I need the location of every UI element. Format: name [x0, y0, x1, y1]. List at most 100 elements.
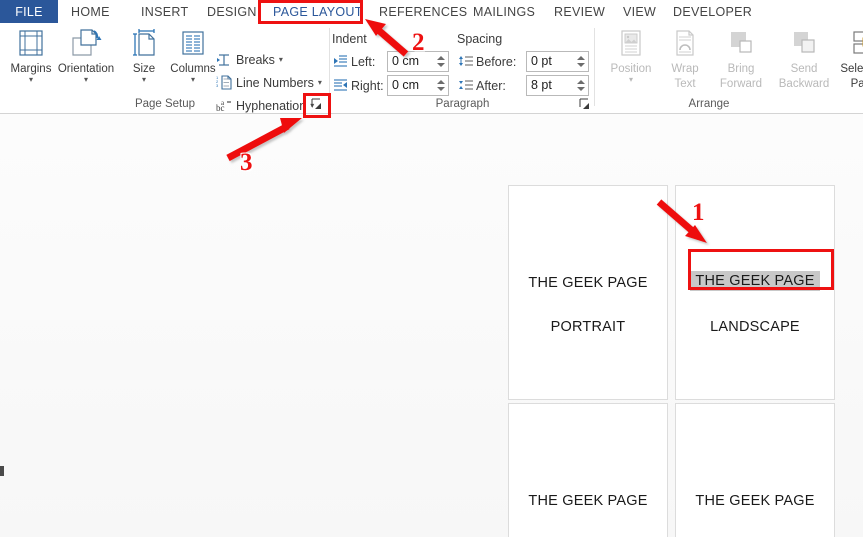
indent-right-stepper[interactable] — [434, 76, 448, 95]
orientation-label: Orientation — [57, 63, 115, 75]
tab-developer-label: DEVELOPER — [673, 4, 753, 19]
send-backward-icon — [789, 26, 819, 60]
tab-references-label: REFERENCES — [379, 4, 468, 19]
columns-icon — [178, 26, 208, 60]
tab-view[interactable]: VIEW — [614, 0, 665, 23]
tab-review[interactable]: REVIEW — [545, 0, 614, 23]
tab-mailings[interactable]: MAILINGS — [464, 0, 544, 23]
selection-pane-icon — [849, 26, 863, 60]
indent-right-label: Right: — [351, 78, 384, 93]
indent-right-row: Right: — [332, 75, 384, 96]
orientation-caret-icon[interactable]: ▾ — [84, 76, 88, 84]
page-three[interactable]: THE GEEK PAGE — [508, 403, 668, 537]
send-backward-button[interactable]: Send Backward — [772, 26, 836, 98]
spacing-after-up-icon[interactable] — [577, 80, 585, 84]
annotation-arrow-1 — [656, 199, 707, 243]
paragraph-group-label: Paragraph — [435, 98, 490, 110]
bring-forward-label-line2: Forward — [719, 78, 763, 90]
page-portrait[interactable]: THE GEEK PAGE PORTRAIT — [508, 185, 668, 400]
spacing-after-down-icon[interactable] — [577, 87, 585, 91]
spacing-before-stepper[interactable] — [574, 52, 588, 71]
bring-forward-button[interactable]: Bring Forward — [710, 26, 772, 98]
spacing-before-input[interactable]: 0 pt — [526, 51, 589, 72]
spacing-before-value: 0 pt — [531, 54, 552, 68]
page-portrait-line2: PORTRAIT — [550, 319, 626, 335]
size-label: Size — [132, 63, 156, 75]
indent-right-down-icon[interactable] — [437, 87, 445, 91]
bring-forward-label: Bring — [727, 63, 755, 75]
spacing-after-value: 8 pt — [531, 78, 552, 92]
annotation-arrow-2 — [365, 19, 409, 57]
page-four-line1: THE GEEK PAGE — [695, 493, 815, 509]
wrap-text-label-line2: Text — [674, 78, 696, 90]
indent-right-value: 0 cm — [392, 78, 420, 92]
tab-developer[interactable]: DEVELOPER — [664, 0, 761, 23]
orientation-button[interactable]: Orientation ▾ — [48, 26, 124, 98]
line-numbers-icon: 123 — [215, 75, 233, 90]
spacing-after-icon — [457, 79, 474, 92]
send-backward-label: Send — [790, 63, 818, 75]
tab-design-label: DESIGN — [207, 4, 257, 19]
margins-label: Margins — [10, 63, 52, 75]
page-four[interactable]: THE GEEK PAGE — [675, 403, 835, 537]
size-button[interactable]: Size ▾ — [122, 26, 166, 98]
wrap-text-button[interactable]: Wrap Text — [659, 26, 711, 98]
tab-home[interactable]: HOME — [62, 0, 119, 23]
columns-label: Columns — [170, 63, 216, 75]
line-numbers-button[interactable]: 123 Line Numbers ▾ — [215, 72, 322, 93]
indent-right-icon — [332, 79, 349, 92]
tab-file-label: FILE — [15, 4, 43, 19]
position-icon — [617, 26, 645, 60]
annotation-arrow-3 — [226, 118, 302, 162]
breaks-caret-icon[interactable]: ▾ — [279, 55, 283, 64]
annotation-marker-1: 1 — [692, 199, 705, 226]
bring-forward-icon — [726, 26, 756, 60]
tab-insert[interactable]: INSERT — [132, 0, 197, 23]
selection-pane-label: Selection — [840, 63, 863, 75]
spacing-after-stepper[interactable] — [574, 76, 588, 95]
spacing-before-down-icon[interactable] — [577, 63, 585, 67]
size-caret-icon[interactable]: ▾ — [142, 76, 146, 84]
spacing-after-input[interactable]: 8 pt — [526, 75, 589, 96]
margins-caret-icon[interactable]: ▾ — [29, 76, 33, 84]
page-portrait-line1: THE GEEK PAGE — [528, 275, 648, 291]
spacing-after-label: After: — [476, 78, 506, 93]
svg-text:3: 3 — [216, 83, 219, 88]
position-label: Position — [610, 63, 652, 75]
tab-view-label: VIEW — [623, 4, 657, 19]
breaks-button[interactable]: Breaks ▾ — [215, 49, 283, 70]
line-numbers-caret-icon[interactable]: ▾ — [318, 78, 322, 87]
size-icon — [129, 26, 159, 60]
wrap-text-icon — [671, 26, 699, 60]
tab-review-label: REVIEW — [554, 4, 606, 19]
annotation-box-page-layout-tab — [258, 0, 363, 24]
spacing-label: Spacing — [457, 32, 503, 46]
arrange-group-label: Arrange — [688, 98, 730, 110]
tab-file[interactable]: FILE — [0, 0, 58, 23]
wrap-text-label: Wrap — [671, 63, 699, 75]
tab-home-label: HOME — [71, 4, 110, 19]
annotation-marker-2: 2 — [412, 29, 425, 56]
position-button[interactable]: Position ▾ — [603, 26, 659, 98]
word-window: FILE HOME INSERT DESIGN PAGE LAYOUT REFE… — [0, 0, 863, 537]
orientation-icon — [70, 26, 102, 60]
selection-pane-button[interactable]: Selection Pane — [836, 26, 863, 98]
indent-right-input[interactable]: 0 cm — [387, 75, 449, 96]
indent-left-icon — [332, 55, 349, 68]
tab-insert-label: INSERT — [141, 4, 189, 19]
position-caret-icon[interactable]: ▾ — [629, 76, 633, 84]
indent-right-up-icon[interactable] — [437, 80, 445, 84]
spacing-before-label: Before: — [476, 54, 517, 69]
margins-icon — [16, 26, 46, 60]
page-landscape-line2: LANDSCAPE — [710, 319, 800, 335]
tab-design[interactable]: DESIGN — [198, 0, 266, 23]
columns-caret-icon[interactable]: ▾ — [191, 76, 195, 84]
line-numbers-label: Line Numbers — [236, 75, 314, 90]
spacing-after-row: After: — [457, 75, 506, 96]
page-setup-group-label: Page Setup — [134, 98, 196, 110]
breaks-label: Breaks — [236, 52, 275, 67]
document-canvas[interactable]: THE GEEK PAGE PORTRAIT THE GEEK PAGE LAN… — [0, 114, 863, 537]
ribbon-group-arrange: Position ▾ Wrap Text Bring Forward Send … — [595, 23, 863, 113]
spacing-before-up-icon[interactable] — [577, 56, 585, 60]
columns-button[interactable]: Columns ▾ — [164, 26, 222, 98]
